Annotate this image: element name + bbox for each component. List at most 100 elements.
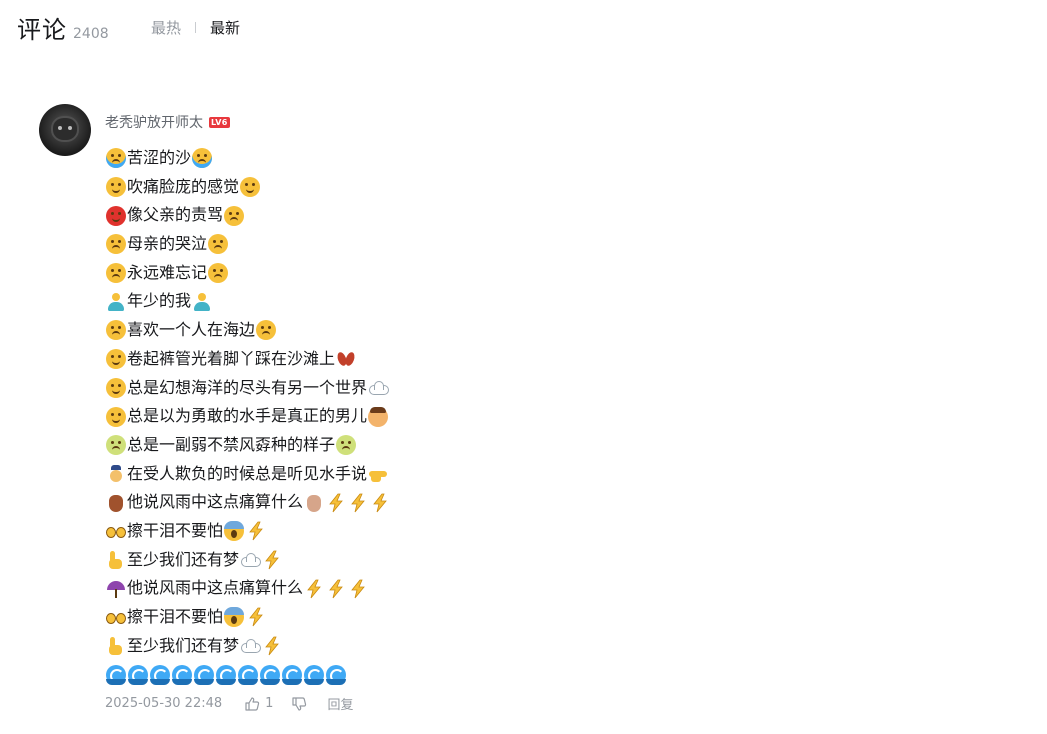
wave-icon [238, 664, 258, 685]
bolt-icon [348, 579, 368, 599]
comment-line: 至少我们还有梦 [105, 546, 391, 575]
like-button[interactable]: 1 [244, 696, 273, 712]
smile-icon [106, 406, 126, 427]
feet-icon [336, 349, 356, 369]
comment-footer: 2025-05-30 22:48 1 回复 [105, 694, 353, 713]
sort-new-tab[interactable]: 最新 [210, 17, 240, 38]
comment-line: 像父亲的责骂 [105, 201, 391, 230]
thumbs-up-icon [245, 696, 260, 711]
boy-icon [368, 406, 389, 427]
comment-line: 总是以为勇敢的水手是真正的男儿 [105, 402, 391, 431]
raised-hand-icon [304, 493, 324, 513]
sort-hot-tab[interactable]: 最热 [151, 17, 181, 38]
cloud-icon [240, 636, 262, 656]
scream-icon [224, 521, 245, 542]
point-right-icon [368, 464, 388, 484]
comment-user-row: 老秃驴放开师太 LV6 [105, 112, 230, 132]
comment-line-text: 永远难忘记 [127, 262, 208, 282]
point-up-icon [106, 636, 126, 656]
wave-icon [128, 664, 148, 685]
eyes-icon [106, 521, 126, 541]
cloud-icon [240, 550, 262, 570]
cry-icon [106, 148, 126, 169]
wave-icon [260, 664, 280, 685]
bolt-icon [326, 579, 346, 599]
comment-line: 他说风雨中这点痛算什么 [105, 488, 391, 517]
avatar[interactable] [39, 104, 91, 156]
sick-icon [106, 435, 126, 456]
smile-icon [106, 349, 126, 370]
comment-line-text: 至少我们还有梦 [127, 635, 240, 655]
wave-icon [216, 664, 236, 685]
wave-icon [106, 664, 126, 685]
sad-icon [106, 234, 126, 255]
comment-line-text: 喜欢一个人在海边 [127, 320, 256, 340]
wave-icon [326, 664, 346, 685]
comment-line: 至少我们还有梦 [105, 632, 391, 661]
comment-line: 他说风雨中这点痛算什么 [105, 574, 391, 603]
comment-line-text: 他说风雨中这点痛算什么 [127, 578, 304, 598]
comment-line: 年少的我 [105, 287, 391, 316]
bolt-icon [370, 493, 390, 513]
sad-icon [106, 263, 126, 284]
point-up-icon [106, 550, 126, 570]
wave-icon [150, 664, 170, 685]
comment-line-text: 擦干泪不要怕 [127, 520, 224, 540]
sort-tabs: 最热 最新 [151, 17, 240, 38]
umbrella-icon [106, 579, 126, 599]
comment-line-text: 在受人欺负的时候总是听见水手说 [127, 463, 368, 483]
comment-line: 卷起裤管光着脚丫踩在沙滩上 [105, 345, 391, 374]
comment-line-text: 总是以为勇敢的水手是真正的男儿 [127, 406, 368, 426]
reply-button[interactable]: 回复 [327, 694, 353, 713]
sad-icon [208, 263, 229, 284]
tired-icon [240, 177, 261, 198]
level-badge: LV6 [209, 116, 230, 128]
person-icon [192, 292, 212, 312]
bolt-icon [262, 636, 282, 656]
comment-line-text: 卷起裤管光着脚丫踩在沙滩上 [127, 348, 336, 368]
bolt-icon [348, 493, 368, 513]
dislike-button[interactable] [291, 696, 307, 712]
bolt-icon [246, 521, 266, 541]
comment-line-text: 他说风雨中这点痛算什么 [127, 492, 304, 512]
username[interactable]: 老秃驴放开师太 [105, 112, 203, 132]
sort-divider [195, 22, 197, 33]
avatar-face [53, 118, 77, 140]
bolt-icon [304, 579, 324, 599]
sad-icon [224, 205, 245, 226]
bolt-icon [246, 607, 266, 627]
comment-line: 擦干泪不要怕 [105, 517, 391, 546]
comments-header: 评论 2408 [17, 10, 109, 45]
avatar-eye [58, 126, 62, 130]
comment-line-text: 母亲的哭泣 [127, 234, 208, 254]
hand-icon [106, 493, 126, 513]
comment-line: 在受人欺负的时候总是听见水手说 [105, 460, 391, 489]
like-count: 1 [265, 696, 274, 711]
scream-icon [224, 607, 245, 628]
cloud-icon [368, 378, 390, 398]
comment-line-text: 像父亲的责骂 [127, 205, 224, 225]
wave-icon [304, 664, 324, 685]
cop-icon [106, 464, 126, 484]
comment-line-text: 苦涩的沙 [127, 148, 192, 167]
tired-icon [106, 177, 126, 198]
wave-icon [172, 664, 192, 685]
comments-title: 评论 [17, 16, 67, 44]
person-icon [106, 292, 126, 312]
comment-line-text: 擦干泪不要怕 [127, 607, 224, 626]
comment-line-text: 吹痛脸庞的感觉 [127, 176, 240, 196]
comment-line: 总是幻想海洋的尽头有另一个世界 [105, 374, 391, 403]
comments-count: 2408 [73, 26, 109, 42]
wave-icon [282, 664, 302, 685]
comment-content: 苦涩的沙吹痛脸庞的感觉 像父亲的责骂 母亲的哭泣永远难忘记年少的我喜欢一个人在海边卷… [105, 144, 391, 689]
comment-line: 苦涩的沙 [105, 144, 391, 173]
comment-line: 擦干泪不要怕 [105, 603, 391, 632]
comment-line: 永远难忘记 [105, 259, 391, 288]
confused-icon [106, 320, 126, 341]
comment-line-text: 至少我们还有梦 [127, 549, 240, 569]
cry-icon [192, 148, 213, 169]
thumbs-down-icon [292, 696, 307, 711]
avatar-eye [68, 126, 72, 130]
comment-line: 母亲的哭泣 [105, 230, 391, 259]
bolt-icon [262, 550, 282, 570]
